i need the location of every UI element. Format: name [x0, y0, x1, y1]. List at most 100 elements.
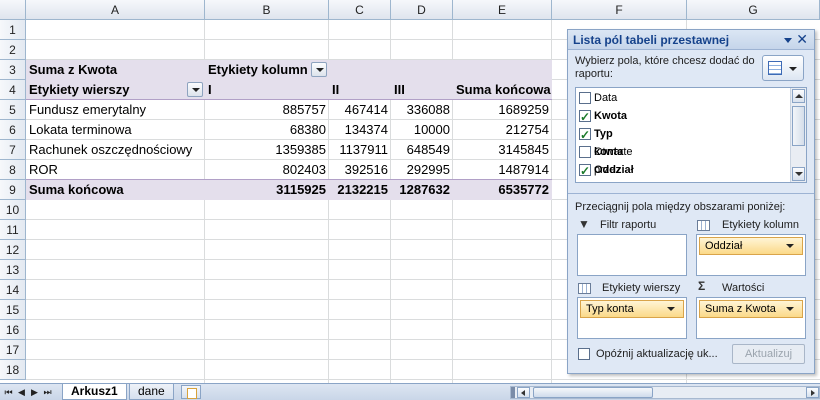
column-field-chip-oddzial[interactable]: Oddział — [699, 237, 803, 255]
row-header[interactable]: 10 — [0, 200, 26, 220]
row-header[interactable]: 14 — [0, 280, 26, 300]
pivot-cell[interactable]: 1137911 — [329, 140, 391, 160]
row-header[interactable]: 9 — [0, 180, 26, 200]
pivot-cell[interactable]: 885757 — [205, 100, 329, 120]
column-header-d[interactable]: D — [391, 0, 453, 20]
row-field-chip-typ-konta[interactable]: Typ konta — [580, 300, 684, 318]
pivot-row-label[interactable]: Fundusz emerytalny — [26, 100, 204, 120]
row-labels-filter-dropdown[interactable] — [187, 82, 203, 97]
row-header[interactable]: 12 — [0, 240, 26, 260]
pivot-cell[interactable]: 212754 — [453, 120, 552, 140]
last-sheet-icon[interactable]: ⏭ — [42, 386, 53, 398]
sheet-tab-bar: ⏮ ◀ ▶ ⏭ Arkusz1 dane — [0, 383, 820, 400]
pivot-cell[interactable]: 336088 — [391, 100, 453, 120]
field-checkbox[interactable] — [579, 108, 591, 126]
pivot-col-header-grand-total[interactable]: Suma końcowa — [453, 80, 552, 100]
layout-options-button[interactable] — [762, 55, 804, 81]
column-header-a[interactable]: A — [26, 0, 205, 20]
scroll-up-icon[interactable] — [792, 89, 805, 103]
row-header[interactable]: 13 — [0, 260, 26, 280]
column-drop-area[interactable]: Oddział — [696, 234, 806, 276]
column-area-label: Etykiety kolumn — [722, 219, 800, 231]
first-sheet-icon[interactable]: ⏮ — [3, 386, 14, 398]
pivot-total-cell[interactable]: 3115925 — [205, 180, 329, 200]
pivot-cell[interactable]: 648549 — [391, 140, 453, 160]
field-label: Kwota — [594, 110, 627, 122]
pivot-col-header[interactable]: III — [391, 80, 453, 100]
pivot-row-label[interactable]: ROR — [26, 160, 204, 180]
update-button[interactable]: Aktualizuj — [732, 344, 805, 364]
pivot-cell[interactable]: 1689259 — [453, 100, 552, 120]
field-list[interactable]: Data Kwota Typ konta Otwarte przez Oddzi… — [575, 87, 807, 183]
close-icon[interactable]: ✕ — [796, 31, 808, 48]
column-header-c[interactable]: C — [329, 0, 391, 20]
panel-titlebar[interactable]: Lista pól tabeli przestawnej ✕ — [568, 30, 814, 50]
pivot-cell[interactable]: 467414 — [329, 100, 391, 120]
defer-update-checkbox[interactable] — [578, 348, 590, 360]
pivot-cell[interactable]: 3145845 — [453, 140, 552, 160]
pivot-cell[interactable]: 1487914 — [453, 160, 552, 180]
panel-options-icon[interactable] — [784, 38, 792, 43]
pivot-field-list-panel: Lista pól tabeli przestawnej ✕ Wybierz p… — [567, 29, 815, 374]
pivot-cell[interactable]: 1359385 — [205, 140, 329, 160]
pivot-total-cell[interactable]: 2132215 — [329, 180, 391, 200]
row-header[interactable]: 15 — [0, 300, 26, 320]
row-header[interactable]: 4 — [0, 80, 26, 100]
row-header[interactable]: 8 — [0, 160, 26, 180]
column-header-g[interactable]: G — [687, 0, 820, 20]
field-checkbox[interactable] — [579, 146, 591, 158]
pivot-col-header[interactable]: I — [205, 80, 329, 100]
field-checkbox[interactable] — [579, 162, 591, 180]
values-field-chip-suma-z-kwota[interactable]: Suma z Kwota — [699, 300, 803, 318]
pivot-row-label[interactable]: Rachunek oszczędnościowy — [26, 140, 204, 160]
pivot-cell[interactable]: 392516 — [329, 160, 391, 180]
row-header[interactable]: 16 — [0, 320, 26, 340]
next-sheet-icon[interactable]: ▶ — [29, 386, 40, 398]
column-header-f[interactable]: F — [552, 0, 687, 20]
horizontal-scroll-thumb[interactable] — [533, 387, 653, 398]
pivot-row-label[interactable]: Lokata terminowa — [26, 120, 204, 140]
select-all-corner[interactable] — [0, 0, 26, 20]
pivot-total-cell[interactable]: 1287632 — [391, 180, 453, 200]
horizontal-scrollbar[interactable] — [510, 386, 820, 399]
pivot-row-labels-header[interactable]: Etykiety wierszy — [26, 80, 186, 100]
previous-sheet-icon[interactable]: ◀ — [16, 386, 27, 398]
pivot-cell[interactable]: 802403 — [205, 160, 329, 180]
insert-sheet-icon[interactable] — [181, 385, 201, 399]
filter-drop-area[interactable] — [577, 234, 687, 276]
row-drop-area[interactable]: Typ konta — [577, 297, 687, 339]
values-drop-area[interactable]: Suma z Kwota — [696, 297, 806, 339]
row-header[interactable]: 7 — [0, 140, 26, 160]
sheet-tab-arkusz1[interactable]: Arkusz1 — [62, 384, 127, 400]
row-header[interactable]: 17 — [0, 340, 26, 360]
pivot-total-cell[interactable]: 6535772 — [453, 180, 552, 200]
pivot-cell[interactable]: 68380 — [205, 120, 329, 140]
row-header[interactable]: 5 — [0, 100, 26, 120]
scroll-left-icon[interactable] — [517, 387, 530, 398]
chevron-down-icon — [789, 67, 797, 71]
pivot-value-field-label[interactable]: Suma z Kwota — [26, 60, 204, 80]
tab-split-handle[interactable] — [511, 387, 515, 398]
row-header[interactable]: 2 — [0, 40, 26, 60]
scroll-right-icon[interactable] — [806, 387, 819, 398]
pivot-column-labels-header[interactable]: Etykiety kolumn — [205, 60, 315, 80]
pivot-cell[interactable]: 134374 — [329, 120, 391, 140]
pivot-cell[interactable]: 292995 — [391, 160, 453, 180]
row-header[interactable]: 18 — [0, 360, 26, 380]
row-header[interactable]: 11 — [0, 220, 26, 240]
column-header-b[interactable]: B — [205, 0, 329, 20]
row-header[interactable]: 6 — [0, 120, 26, 140]
pivot-grand-total-label[interactable]: Suma końcowa — [26, 180, 204, 200]
pivot-cell[interactable]: 10000 — [391, 120, 453, 140]
scroll-down-icon[interactable] — [792, 167, 805, 181]
pivot-col-header[interactable]: II — [329, 80, 391, 100]
field-checkbox[interactable] — [579, 126, 591, 144]
sheet-tab-dane[interactable]: dane — [129, 384, 174, 400]
scroll-thumb[interactable] — [792, 106, 805, 146]
field-list-scrollbar[interactable] — [790, 88, 806, 182]
field-checkbox[interactable] — [579, 92, 591, 104]
row-header[interactable]: 1 — [0, 20, 26, 40]
column-labels-filter-dropdown[interactable] — [311, 62, 327, 77]
row-header[interactable]: 3 — [0, 60, 26, 80]
column-header-e[interactable]: E — [453, 0, 552, 20]
